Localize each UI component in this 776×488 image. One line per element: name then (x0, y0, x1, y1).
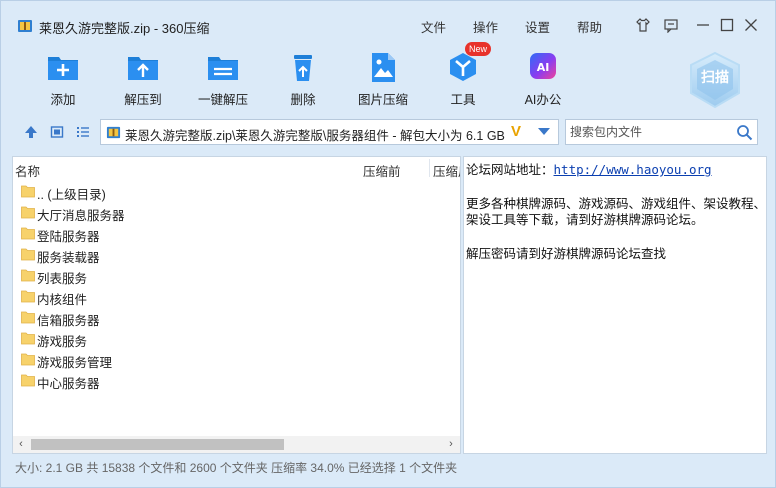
item-name: 游戏服务 (37, 335, 88, 349)
list-item[interactable]: 列表服务 (19, 265, 439, 286)
svg-text:AI: AI (537, 61, 550, 74)
thumbnail-view-icon[interactable] (48, 123, 66, 141)
item-name: 服务装载器 (37, 251, 100, 265)
window-title: 莱恩久游完整版.zip - 360压缩 (39, 21, 210, 36)
skin-shirt-icon[interactable] (633, 15, 653, 35)
item-name: 列表服务 (37, 272, 88, 286)
list-item[interactable]: 服务装载器 (19, 244, 439, 265)
folder-icon (21, 206, 35, 219)
one-click-extract-label: 一键解压 (197, 93, 248, 107)
forum-address-label: 论坛网站地址： (466, 162, 554, 177)
menu-file[interactable]: 文件 (421, 17, 446, 36)
list-item[interactable]: 中心服务器 (19, 370, 439, 391)
folder-icon (21, 248, 35, 261)
add-icon (48, 57, 78, 80)
item-name: 游戏服务管理 (37, 356, 113, 370)
folder-icon (21, 227, 35, 240)
list-item[interactable]: 大厅消息服务器 (19, 202, 439, 223)
status-bar: 大小: 2.1 GB 共 15838 个文件和 2600 个文件夹 压缩率 34… (15, 461, 458, 475)
column-divider[interactable] (429, 159, 430, 177)
trash-icon (294, 55, 312, 81)
delete-button[interactable]: 删除 (270, 47, 336, 109)
comment-panel: 论坛网站地址：http://www.haoyou.org 更多各种棋牌源码、游戏… (463, 156, 767, 454)
title-bar: 莱恩久游完整版.zip - 360压缩 文件 操作 设置 帮助 (1, 1, 776, 47)
menu-settings[interactable]: 设置 (525, 17, 550, 36)
image-compress-button[interactable]: 图片压缩 (350, 47, 416, 109)
image-compress-label: 图片压缩 (357, 93, 408, 107)
scrollbar-thumb[interactable] (31, 439, 284, 450)
folder-icon (21, 374, 35, 387)
folder-icon (21, 332, 35, 345)
ai-office-button[interactable]: AI AI办公 (510, 47, 576, 109)
up-arrow-icon[interactable] (22, 123, 40, 141)
close-icon[interactable] (741, 15, 761, 35)
item-name: 登陆服务器 (37, 230, 100, 244)
item-name: 大厅消息服务器 (37, 209, 125, 223)
folder-icon (21, 311, 35, 324)
chevron-down-icon[interactable] (538, 128, 550, 135)
folder-icon (21, 185, 35, 198)
column-name[interactable]: 名称 (15, 161, 40, 180)
list-item[interactable]: 游戏服务 (19, 328, 439, 349)
item-name: 内核组件 (37, 293, 88, 307)
list-item[interactable]: 登陆服务器 (19, 223, 439, 244)
tools-button[interactable]: 工具 (430, 47, 496, 109)
one-click-extract-button[interactable]: 一键解压 (190, 47, 256, 109)
ai-office-label: AI办公 (524, 93, 562, 107)
scroll-right-icon[interactable]: › (444, 437, 458, 452)
item-name: 中心服务器 (37, 377, 100, 391)
search-input[interactable] (570, 124, 730, 140)
list-item[interactable]: .. (上级目录) (19, 181, 439, 202)
scan-label[interactable]: 扫描 (687, 67, 743, 87)
item-name: .. (上级目录) (37, 188, 106, 202)
folder-icon (21, 353, 35, 366)
item-name: 信箱服务器 (37, 314, 100, 328)
maximize-icon[interactable] (717, 15, 737, 35)
add-button[interactable]: 添加 (30, 47, 96, 109)
column-size-after[interactable]: 压缩后 (433, 161, 460, 180)
horizontal-scrollbar[interactable]: ‹ › (13, 436, 460, 453)
app-window: 莱恩久游完整版.zip - 360压缩 文件 操作 设置 帮助 添加 解压到 一… (0, 0, 776, 488)
delete-label: 删除 (290, 93, 316, 107)
add-label: 添加 (50, 93, 76, 107)
menu-operation[interactable]: 操作 (473, 17, 498, 36)
one-click-extract-icon (208, 57, 238, 80)
folder-icon (21, 269, 35, 282)
extract-to-icon (128, 57, 158, 80)
extract-to-button[interactable]: 解压到 (110, 47, 176, 109)
zip-archive-icon (18, 20, 32, 32)
v-mark-icon[interactable]: V (511, 123, 521, 140)
scroll-left-icon[interactable]: ‹ (14, 437, 28, 452)
list-view-icon[interactable] (74, 123, 92, 141)
tools-label: 工具 (450, 93, 476, 107)
folder-icon (21, 290, 35, 303)
forum-address-line: 论坛网站地址：http://www.haoyou.org (466, 159, 712, 178)
column-size-before[interactable]: 压缩前 (363, 161, 401, 180)
address-path: 莱恩久游完整版.zip\莱恩久游完整版\服务器组件 - 解包大小为 6.1 GB (125, 129, 505, 143)
list-item[interactable]: 内核组件 (19, 286, 439, 307)
menu-help[interactable]: 帮助 (577, 17, 602, 36)
list-item[interactable]: 游戏服务管理 (19, 349, 439, 370)
new-badge: New (465, 42, 491, 56)
search-icon[interactable] (736, 124, 753, 141)
comment-line: 架设工具等下载，请到好游棋牌源码论坛。 (466, 212, 704, 227)
password-hint: 解压密码请到好游棋牌源码论坛查找 (466, 246, 667, 261)
image-compress-icon (372, 53, 395, 82)
ai-office-icon: AI (530, 53, 556, 79)
search-box[interactable] (565, 119, 758, 145)
feedback-icon[interactable] (661, 15, 681, 35)
extract-to-label: 解压到 (124, 93, 162, 107)
file-list: 名称 压缩前 压缩后 .. (上级目录) 大厅消息服务器 登陆服务器 服务装载器… (12, 156, 461, 454)
forum-link[interactable]: http://www.haoyou.org (554, 162, 712, 177)
zip-archive-icon (106, 126, 121, 139)
minimize-icon[interactable] (693, 15, 713, 35)
list-item[interactable]: 信箱服务器 (19, 307, 439, 328)
address-bar[interactable]: 莱恩久游完整版.zip\莱恩久游完整版\服务器组件 - 解包大小为 6.1 GB… (100, 119, 559, 145)
